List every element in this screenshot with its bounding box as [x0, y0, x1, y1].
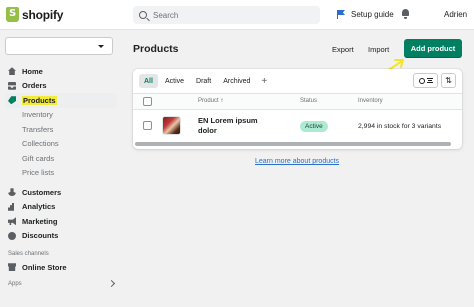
tab-archived[interactable]: Archived [218, 74, 255, 88]
sidebar-item-orders[interactable]: Orders [0, 79, 122, 94]
table-row[interactable]: EN Lorem ipsum dolor Active 2,994 in sto… [133, 110, 462, 141]
sort-icon: ⇅ [445, 76, 452, 85]
sidebar-item-marketing[interactable]: Marketing [0, 214, 122, 229]
sidebar-item-label: Analytics [22, 202, 56, 212]
learn-more-link[interactable]: Learn more about products [255, 158, 339, 165]
orders-icon [8, 81, 16, 90]
column-header-product[interactable]: Product ↑ [198, 98, 223, 104]
sidebar-item-online-store[interactable]: Online Store [0, 260, 122, 275]
sidebar-item-analytics[interactable]: Analytics [0, 200, 122, 215]
analytics-icon [8, 202, 14, 211]
bell-icon[interactable] [401, 9, 410, 19]
sidebar-item-products[interactable]: Products [5, 93, 117, 108]
search-input[interactable] [153, 10, 303, 20]
search-bar[interactable] [133, 6, 320, 24]
select-all-checkbox[interactable] [143, 97, 152, 106]
add-view-button[interactable]: + [257, 74, 271, 88]
import-button[interactable]: Import [368, 45, 389, 54]
tab-all[interactable]: All [139, 74, 158, 88]
sidebar-subitem-transfers[interactable]: Transfers [0, 122, 122, 137]
megaphone-icon [8, 217, 16, 226]
sidebar-item-label: Discounts [22, 231, 59, 241]
table-header: Product ↑ Status Inventory [133, 94, 462, 110]
sort-arrow-icon: ↑ [220, 98, 224, 104]
inventory-value: 2,994 in stock for 3 variants [358, 123, 442, 130]
flag-icon [337, 10, 346, 19]
products-card: All Active Draft Archived + ⇅ Product ↑ … [133, 69, 462, 149]
chevron-right-icon [107, 279, 116, 288]
sidebar-subitem-collections[interactable]: Collections [0, 137, 122, 152]
search-icon [139, 11, 147, 19]
product-name-link[interactable]: EN Lorem ipsum dolor [198, 116, 268, 135]
search-filter-button[interactable] [413, 73, 438, 88]
setup-guide-label: Setup guide [351, 10, 394, 19]
discount-icon [8, 231, 16, 240]
export-button[interactable]: Export [332, 45, 354, 54]
main-nav: Home Orders Products Inventory Transfers… [0, 64, 122, 290]
filter-tabs: All Active Draft Archived + [139, 74, 271, 88]
filter-icon [426, 78, 433, 83]
apps-heading[interactable]: Apps [0, 278, 122, 290]
shopify-bag-icon [6, 7, 19, 22]
sidebar-item-label: Orders [22, 81, 47, 91]
status-badge: Active [300, 121, 328, 132]
tag-icon [8, 96, 16, 105]
page-title: Products [133, 43, 179, 55]
sidebar-item-label: Products [22, 95, 57, 105]
sidebar-item-discounts[interactable]: Discounts [0, 229, 122, 244]
tab-active[interactable]: Active [160, 74, 189, 88]
apps-heading-label: Apps [8, 280, 22, 287]
sales-channels-heading: Sales channels [8, 251, 49, 257]
search-icon [418, 77, 425, 84]
home-icon [8, 67, 16, 76]
logo-text: shopify [22, 7, 64, 22]
product-thumbnail[interactable] [162, 116, 181, 135]
sidebar: Home Orders Products Inventory Transfers… [0, 30, 122, 307]
sidebar-item-label: Online Store [22, 262, 67, 272]
sidebar-subitem-gift-cards[interactable]: Gift cards [0, 151, 122, 166]
store-selector[interactable] [5, 37, 113, 55]
sort-button[interactable]: ⇅ [441, 73, 456, 88]
sidebar-item-label: Home [22, 66, 43, 76]
user-menu[interactable]: Adrien [444, 10, 467, 19]
column-header-inventory: Inventory [358, 98, 383, 104]
store-icon [8, 263, 16, 272]
sidebar-item-customers[interactable]: Customers [0, 185, 122, 200]
horizontal-scrollbar[interactable] [135, 142, 451, 146]
shopify-logo[interactable]: shopify [6, 7, 63, 22]
sidebar-item-label: Customers [22, 187, 62, 197]
add-product-button[interactable]: Add product [404, 39, 462, 58]
tab-draft[interactable]: Draft [191, 74, 216, 88]
person-icon [8, 188, 16, 197]
sidebar-item-home[interactable]: Home [0, 64, 122, 79]
sidebar-subitem-price-lists[interactable]: Price lists [0, 166, 122, 181]
column-header-label: Product [198, 98, 219, 104]
row-checkbox[interactable] [143, 121, 152, 130]
sidebar-item-label: Marketing [22, 216, 58, 226]
sidebar-subitem-inventory[interactable]: Inventory [0, 108, 122, 123]
top-bar: shopify Setup guide Adrien [0, 0, 474, 30]
column-header-status: Status [300, 98, 318, 104]
setup-guide-button[interactable]: Setup guide [337, 10, 394, 19]
